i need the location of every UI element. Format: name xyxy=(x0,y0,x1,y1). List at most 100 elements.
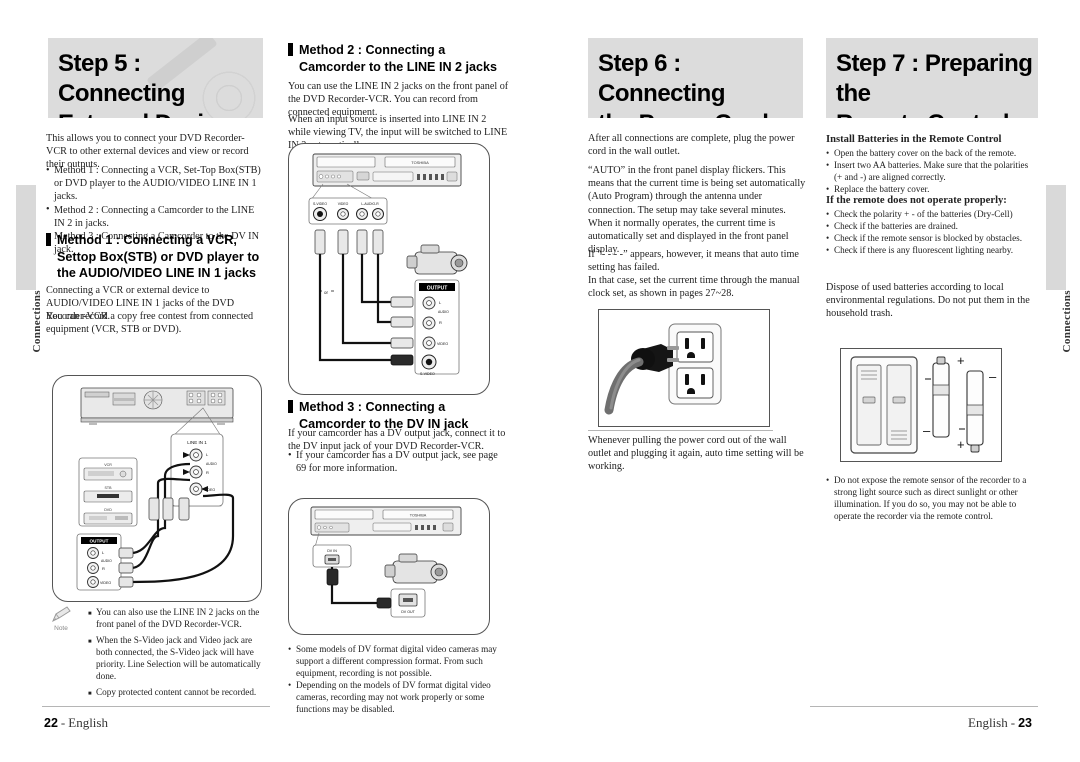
list-item: You can also use the LINE IN 2 jacks on … xyxy=(88,606,268,630)
right-folio-number: 23 xyxy=(1018,716,1032,730)
right-footer-rule xyxy=(810,706,1038,707)
svg-text:R: R xyxy=(439,320,442,325)
svg-text:AUDIO: AUDIO xyxy=(438,310,449,314)
method3-notes: Some models of DV format digital video c… xyxy=(288,643,502,715)
svg-text:+: + xyxy=(957,353,965,368)
note-list: You can also use the LINE IN 2 jacks on … xyxy=(88,606,268,700)
note-icon-block: Note xyxy=(46,605,76,632)
svg-text:S-VIDEO: S-VIDEO xyxy=(420,372,435,376)
method1-heading-line1: Method 1 : Connecting a VCR, xyxy=(57,233,237,247)
list-item: If your camcorder has a DV output jack, … xyxy=(288,448,504,475)
step6-title-line1: Step 6 : Connecting xyxy=(598,50,726,107)
list-item: Method 1 : Connecting a VCR, Set-Top Box… xyxy=(46,164,266,204)
heading-bar-icon xyxy=(288,43,293,56)
svg-text:OUTPUT: OUTPUT xyxy=(427,285,448,291)
method3-bullets: If your camcorder has a DV output jack, … xyxy=(288,448,504,475)
step6-para5: In that case, set the current time throu… xyxy=(588,275,800,300)
svg-text:DVD: DVD xyxy=(104,508,112,512)
list-item: Method 2 : Connecting a Camcorder to the… xyxy=(46,203,266,230)
svg-text:+: + xyxy=(957,437,965,452)
figure-method2: TOSHIBA S-VIDEO VIDEO L-AUDIO-R OUTPUT L… xyxy=(288,143,490,395)
step5-title-line1: Step 5 : Connecting xyxy=(58,50,186,107)
svg-text:L-AUDIO-R: L-AUDIO-R xyxy=(361,202,379,206)
svg-text:LINE IN 1: LINE IN 1 xyxy=(187,440,207,445)
figure-battery-svg: + + – – xyxy=(850,353,997,454)
method2-heading-line2: Camcorder to the LINE IN 2 jacks xyxy=(299,59,498,74)
heading-bar-icon xyxy=(46,233,51,246)
svg-text:TOSHIBA: TOSHIBA xyxy=(410,514,427,518)
figure-method1: LINE IN 1 L AUDIO R VIDEO VCR STB DVD OU… xyxy=(52,375,262,602)
remote-caution-list: Do not expose the remote sensor of the r… xyxy=(826,474,1038,522)
step5-heading-box: Step 5 : Connecting External Devices xyxy=(48,38,263,118)
step7-title-line1: Step 7 : Preparing the xyxy=(836,50,1033,107)
right-page-folio: English -23 xyxy=(968,715,1032,731)
left-folio-number: 22 xyxy=(44,716,58,730)
svg-text:VIDEO: VIDEO xyxy=(338,202,349,206)
install-batteries-heading: Install Batteries in the Remote Control xyxy=(826,134,1002,145)
step6-rule xyxy=(588,430,773,431)
list-item: Do not expose the remote sensor of the r… xyxy=(826,474,1038,522)
svg-text:STB: STB xyxy=(105,486,113,490)
svg-text:VCR: VCR xyxy=(104,463,112,467)
side-tab-left-label: Connections xyxy=(31,290,43,353)
svg-text:–: – xyxy=(989,369,997,384)
list-item: Open the battery cover on the back of th… xyxy=(826,147,1038,159)
list-item: Copy protected content cannot be recorde… xyxy=(88,686,268,700)
svg-text:–: – xyxy=(923,423,931,438)
right-folio-sep: - xyxy=(1010,715,1016,730)
pencil-icon xyxy=(50,605,72,624)
step6-para6: Whenever pulling the power cord out of t… xyxy=(588,435,804,473)
step6-title-line2: the Power Cord xyxy=(598,109,803,118)
method1-heading: Method 1 : Connecting a VCR, Settop Box(… xyxy=(46,232,276,282)
list-item: Check if the batteries are drained. xyxy=(826,220,1038,232)
svg-text:R: R xyxy=(206,470,209,475)
list-item: Some models of DV format digital video c… xyxy=(288,643,502,679)
svg-text:TOSHIBA: TOSHIBA xyxy=(411,160,429,165)
left-footer-rule xyxy=(42,706,270,707)
svg-text:or: or xyxy=(324,290,329,295)
remote-trouble-heading: If the remote does not operate properly: xyxy=(826,195,1007,206)
figure-power-plug-svg xyxy=(604,323,722,415)
heading-bar-icon xyxy=(288,400,293,413)
svg-text:DV OUT: DV OUT xyxy=(401,610,415,614)
svg-text:AUDIO: AUDIO xyxy=(101,559,112,563)
manual-spread: Connections Connections Step 5 : Connect… xyxy=(0,0,1080,762)
svg-text:OUTPUT: OUTPUT xyxy=(90,539,109,544)
svg-text:AUDIO: AUDIO xyxy=(206,462,217,466)
right-folio-lang: English xyxy=(968,715,1008,730)
remote-trouble-list: Check the polarity + - of the batteries … xyxy=(826,208,1038,256)
figure-method1-svg: LINE IN 1 L AUDIO R VIDEO VCR STB DVD OU… xyxy=(76,387,235,591)
left-page-folio: 22- English xyxy=(44,715,108,731)
figure-method2-svg: TOSHIBA S-VIDEO VIDEO L-AUDIO-R OUTPUT L… xyxy=(308,153,468,376)
install-batteries-list: Open the battery cover on the back of th… xyxy=(826,147,1038,195)
step6-heading-box: Step 6 : Connecting the Power Cord xyxy=(588,38,803,118)
method1-heading-line2: Settop Box(STB) or DVD player to xyxy=(57,249,260,264)
list-item: Check if there is any fluorescent lighti… xyxy=(826,244,1038,256)
figure-battery-compartment: + + – – xyxy=(840,348,1002,462)
list-item: Check if the remote sensor is blocked by… xyxy=(826,232,1038,244)
svg-text:DV IN: DV IN xyxy=(327,549,337,553)
method1-heading-line3: the AUDIO/VIDEO LINE IN 1 jacks xyxy=(57,266,256,280)
method2-heading-line1: Method 2 : Connecting a xyxy=(299,43,446,57)
left-folio-lang: English xyxy=(68,715,108,730)
figure-power-plug xyxy=(598,309,770,427)
side-tab-left: Connections xyxy=(16,185,43,352)
battery-dispose-note: Dispose of used batteries according to l… xyxy=(826,282,1030,320)
side-tab-right: Connections xyxy=(1046,185,1073,352)
note-label: Note xyxy=(54,625,68,632)
list-item: Insert two AA batteries. Make sure that … xyxy=(826,159,1038,183)
figure-method3-svg: TOSHIBA DV IN DV OUT xyxy=(310,506,462,618)
step6-para2: “AUTO” in the front panel display flicke… xyxy=(588,165,806,216)
method1-para2: You can record a copy free contest from … xyxy=(46,311,254,336)
svg-text:VIDEO: VIDEO xyxy=(100,581,111,585)
list-item: When the S-Video jack and Video jack are… xyxy=(88,634,268,682)
step6-para1: After all connections are complete, plug… xyxy=(588,133,795,158)
left-folio-sep: - xyxy=(60,715,66,730)
method2-heading: Method 2 : Connecting a Camcorder to the… xyxy=(288,42,518,75)
step7-heading-box: Step 7 : Preparing the Remote Control xyxy=(826,38,1038,118)
figure-method3: TOSHIBA DV IN DV OUT xyxy=(288,498,490,635)
step6-para4: If “- - - -” appears, however, it means … xyxy=(588,249,799,274)
list-item: Check the polarity + - of the batteries … xyxy=(826,208,1038,220)
list-item: Depending on the models of DV format dig… xyxy=(288,679,502,715)
svg-text:S-VIDEO: S-VIDEO xyxy=(313,202,327,206)
